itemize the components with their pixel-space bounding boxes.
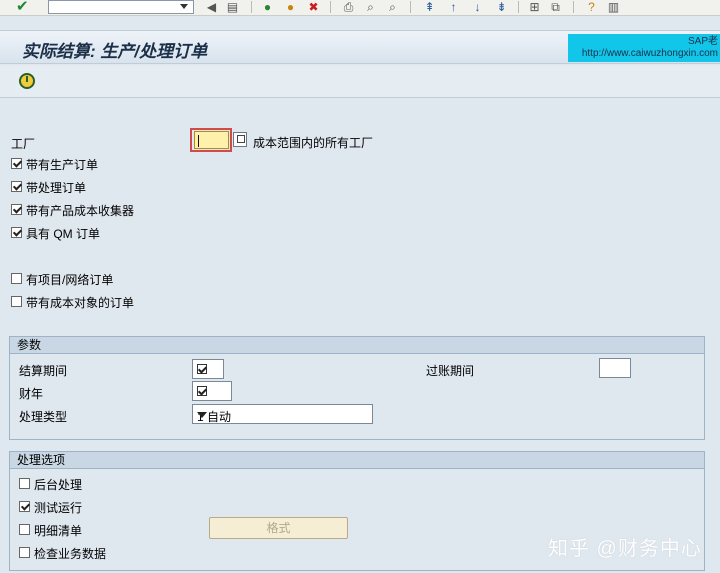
brand-line-1: SAP老 xyxy=(687,36,718,47)
layout-icon[interactable]: ▥ xyxy=(606,0,621,14)
execute-icon[interactable] xyxy=(19,73,35,89)
format-button[interactable]: 格式 xyxy=(209,517,348,539)
parameters-header: 参数 xyxy=(10,337,704,354)
application-toolbar xyxy=(0,65,720,98)
plant-label: 工厂 xyxy=(11,137,36,151)
find-next-icon[interactable]: ⌕ xyxy=(385,0,400,14)
toolbar-separator xyxy=(410,1,411,13)
project-network-orders-label: 有项目/网络订单 xyxy=(26,273,114,287)
new-session-icon[interactable]: ⊞ xyxy=(527,0,542,14)
system-toolbar: ✔ ◀ ▤ ● ● ✖ ⎙ ⌕ ⌕ ⇞ ↑ ↓ ⇟ ⊞ ⧉ ? ▥ xyxy=(0,0,720,16)
cost-object-orders-label: 带有成本对象的订单 xyxy=(26,296,135,310)
back-icon[interactable]: ◀ xyxy=(204,0,219,14)
exit-icon[interactable]: ● xyxy=(283,0,298,14)
production-orders-checkbox[interactable] xyxy=(11,158,22,169)
required-entry-icon xyxy=(197,364,207,374)
posting-period-label: 过账期间 xyxy=(426,364,475,378)
plant-hint: 成本范围内的所有工厂 xyxy=(253,136,374,150)
last-page-icon[interactable]: ⇟ xyxy=(494,0,509,14)
settlement-period-label: 结算期间 xyxy=(19,364,68,378)
posting-period-input[interactable] xyxy=(599,358,631,378)
find-icon[interactable]: ⌕ xyxy=(363,0,378,14)
processing-type-select[interactable]: 1 自动 xyxy=(192,404,373,424)
qm-orders-label: 具有 QM 订单 xyxy=(26,227,100,241)
background-processing-label: 后台处理 xyxy=(34,478,83,492)
command-field[interactable] xyxy=(48,0,194,14)
processing-type-label: 处理类型 xyxy=(19,410,68,424)
fiscal-year-label: 财年 xyxy=(19,387,44,401)
multiple-selection-icon[interactable] xyxy=(233,132,247,147)
page-title: 实际结算: 生产/处理订单 xyxy=(22,42,208,61)
plant-input[interactable] xyxy=(194,131,229,149)
command-dropdown-icon[interactable] xyxy=(180,4,188,9)
qm-orders-checkbox[interactable] xyxy=(11,227,22,238)
toolbar-separator xyxy=(330,1,331,13)
title-bar: 实际结算: 生产/处理订单 SAP老 http://www.caiwuzhong… xyxy=(0,30,720,64)
check-trans-data-checkbox[interactable] xyxy=(19,547,30,558)
chevron-down-icon[interactable] xyxy=(197,412,207,418)
detail-list-checkbox[interactable] xyxy=(19,524,30,535)
test-run-label: 测试运行 xyxy=(34,501,83,515)
watermark: 知乎 @财务中心 xyxy=(548,538,702,560)
print-icon[interactable]: ⎙ xyxy=(341,0,356,14)
settlement-period-input[interactable] xyxy=(192,359,224,379)
production-orders-label: 带有生产订单 xyxy=(26,158,99,172)
product-cost-collector-checkbox[interactable] xyxy=(11,204,22,215)
required-entry-icon xyxy=(197,386,207,396)
detail-list-label: 明细清单 xyxy=(34,524,83,538)
process-orders-label: 带处理订单 xyxy=(26,181,87,195)
next-page-icon[interactable]: ↓ xyxy=(470,0,485,14)
enter-icon[interactable]: ✔ xyxy=(16,0,34,15)
text-cursor xyxy=(198,135,199,147)
shortcut-icon[interactable]: ⧉ xyxy=(548,0,563,14)
processing-options-header: 处理选项 xyxy=(10,452,704,469)
toolbar-separator xyxy=(251,1,252,13)
background-processing-checkbox[interactable] xyxy=(19,478,30,489)
cost-object-orders-checkbox[interactable] xyxy=(11,296,22,307)
project-network-orders-checkbox[interactable] xyxy=(11,273,22,284)
toolbar-separator xyxy=(518,1,519,13)
brand-line-2: http://www.caiwuzhongxin.com xyxy=(581,48,718,59)
first-page-icon[interactable]: ⇞ xyxy=(422,0,437,14)
test-run-checkbox[interactable] xyxy=(19,501,30,512)
parameters-group: 参数 xyxy=(9,336,705,440)
save-icon[interactable]: ▤ xyxy=(225,0,240,14)
back-nav-icon[interactable]: ● xyxy=(260,0,275,14)
previous-page-icon[interactable]: ↑ xyxy=(446,0,461,14)
help-icon[interactable]: ? xyxy=(584,0,599,14)
cancel-icon[interactable]: ✖ xyxy=(306,0,321,14)
check-trans-data-label: 检查业务数据 xyxy=(34,547,107,561)
process-orders-checkbox[interactable] xyxy=(11,181,22,192)
brand-banner: SAP老 http://www.caiwuzhongxin.com xyxy=(568,34,720,62)
toolbar-separator xyxy=(573,1,574,13)
product-cost-collector-label: 带有产品成本收集器 xyxy=(26,204,135,218)
fiscal-year-input[interactable] xyxy=(192,381,232,401)
